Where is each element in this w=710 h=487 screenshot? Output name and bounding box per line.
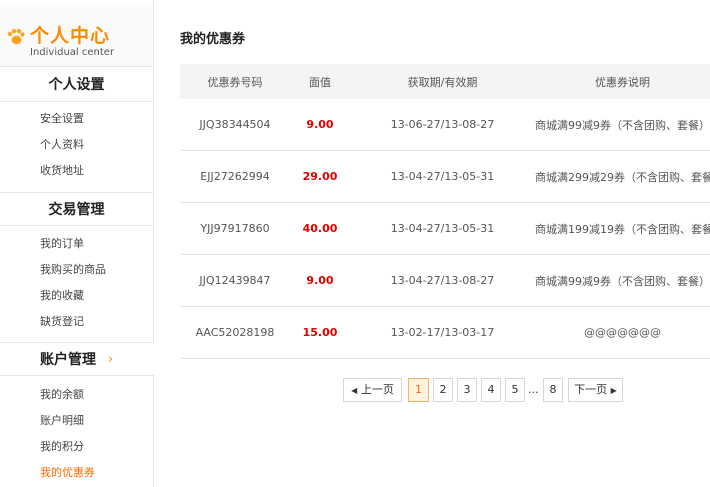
- coupon-period: 13-04-27/13-05-31: [390, 170, 495, 183]
- sidebar-item-orders[interactable]: 我的订单: [40, 237, 84, 251]
- pagination-ellipsis: ...: [528, 383, 539, 396]
- sidebar-item-stockout[interactable]: 缺货登记: [40, 315, 84, 329]
- page-button-2[interactable]: 2: [433, 378, 453, 402]
- sidebar-item-security[interactable]: 安全设置: [40, 112, 84, 126]
- coupon-desc: 商城满99减9券（不含团购、套餐）: [535, 118, 710, 132]
- prev-page-label: 上一页: [360, 383, 394, 396]
- sidebar-item-favorites[interactable]: 我的收藏: [40, 289, 84, 303]
- sidebar-item-points[interactable]: 我的积分: [40, 440, 84, 454]
- coupon-value: 40.00: [302, 222, 338, 235]
- coupon-code: JJQ38344504: [199, 118, 271, 131]
- column-header-period: 获取期/有效期: [407, 75, 478, 89]
- triangle-right-icon: ▶: [610, 386, 617, 395]
- coupon-table: 优惠券号码 面值 获取期/有效期 优惠券说明 JJQ38344504 9.00 …: [180, 64, 710, 359]
- page-button-3[interactable]: 3: [457, 378, 477, 402]
- page-button-4[interactable]: 4: [481, 378, 501, 402]
- chevron-right-icon: ›: [108, 352, 114, 367]
- coupon-desc: @@@@@@@: [584, 326, 661, 339]
- sidebar-item-profile[interactable]: 个人资料: [40, 138, 84, 152]
- coupon-desc: 商城满199减19券（不含团购、套餐）: [535, 222, 710, 236]
- group-title-account[interactable]: 账户管理 ›: [0, 342, 154, 376]
- sidebar-item-purchased[interactable]: 我购买的商品: [40, 263, 106, 277]
- table-row: JJQ12439847 9.00 13-04-27/13-08-27 商城满99…: [180, 255, 710, 307]
- logo-title-cn: 个人中心: [30, 25, 111, 47]
- sidebar: 个人中心 Individual center 个人设置 安全设置 个人资料 收货…: [0, 0, 154, 487]
- page-button-8[interactable]: 8: [543, 378, 563, 402]
- coupon-period: 13-02-17/13-03-17: [390, 326, 495, 339]
- coupon-value: 15.00: [302, 326, 338, 339]
- next-page-button[interactable]: 下一页 ▶: [568, 378, 623, 402]
- column-header-code: 优惠券号码: [207, 75, 263, 89]
- coupon-code: JJQ12439847: [199, 274, 271, 287]
- table-row: YJJ97917860 40.00 13-04-27/13-05-31 商城满1…: [180, 203, 710, 255]
- sidebar-item-balance[interactable]: 我的余额: [40, 388, 84, 402]
- page-button-1[interactable]: 1: [408, 378, 429, 402]
- coupon-desc: 商城满299减29券（不含团购、套餐）: [535, 170, 710, 184]
- coupon-code: EJJ27262994: [200, 170, 270, 183]
- table-row: JJQ38344504 9.00 13-06-27/13-08-27 商城满99…: [180, 99, 710, 151]
- coupon-period: 13-04-27/13-08-27: [390, 274, 495, 287]
- column-header-value: 面值: [309, 75, 331, 89]
- table-header: 优惠券号码 面值 获取期/有效期 优惠券说明: [180, 64, 710, 99]
- group-title-personal-settings: 个人设置: [0, 68, 153, 102]
- coupon-desc: 商城满99减9券（不含团购、套餐）: [535, 274, 710, 288]
- coupon-code: YJJ97917860: [200, 222, 270, 235]
- sidebar-item-account-detail[interactable]: 账户明细: [40, 414, 84, 428]
- table-row: AAC52028198 15.00 13-02-17/13-03-17 @@@@…: [180, 307, 710, 359]
- group-title-trade: 交易管理: [0, 192, 153, 226]
- coupon-value: 29.00: [302, 170, 338, 183]
- coupon-code: AAC52028198: [195, 326, 275, 339]
- paw-icon: [7, 29, 25, 45]
- prev-page-button[interactable]: ◀ 上一页: [343, 378, 402, 402]
- coupon-value: 9.00: [306, 274, 334, 287]
- coupon-period: 13-06-27/13-08-27: [390, 118, 495, 131]
- logo: 个人中心 Individual center: [0, 5, 153, 67]
- triangle-left-icon: ◀: [351, 386, 358, 395]
- sidebar-item-address[interactable]: 收货地址: [40, 164, 84, 178]
- column-header-desc: 优惠券说明: [595, 75, 650, 89]
- coupon-value: 9.00: [306, 118, 334, 131]
- table-row: EJJ27262994 29.00 13-04-27/13-05-31 商城满2…: [180, 151, 710, 203]
- page-title: 我的优惠券: [180, 32, 246, 47]
- next-page-label: 下一页: [574, 383, 608, 396]
- sidebar-item-coupons[interactable]: 我的优惠券: [40, 466, 95, 480]
- logo-title-en: Individual center: [30, 47, 115, 58]
- group-title-account-label: 账户管理: [40, 352, 96, 368]
- page-button-5[interactable]: 5: [505, 378, 525, 402]
- coupon-period: 13-04-27/13-05-31: [390, 222, 495, 235]
